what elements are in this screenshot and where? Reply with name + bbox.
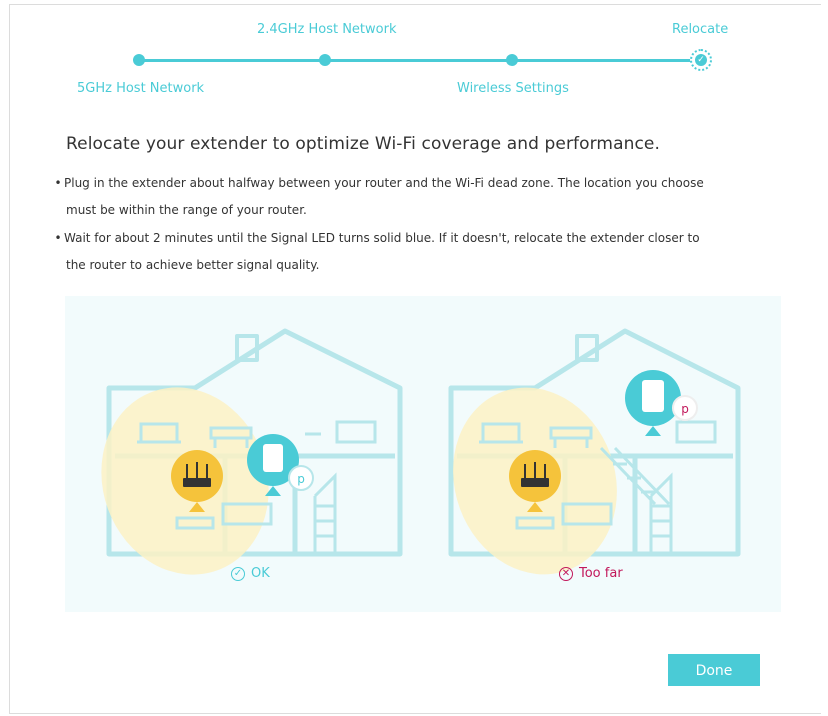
step-label-wireless-settings: Wireless Settings (457, 81, 569, 96)
step-current-relocate: ✓ (690, 49, 712, 71)
status-ok: ✓ OK (231, 566, 270, 581)
bullet-dot: • (54, 176, 62, 190)
page-title: Relocate your extender to optimize Wi-Fi… (66, 134, 660, 154)
svg-text:p: p (681, 402, 689, 416)
extender-icon: p (625, 370, 698, 436)
done-button[interactable]: Done (668, 654, 760, 686)
placement-illustration: p p ✓ OK ✕ Too far (65, 296, 781, 612)
instruction-text: must be within the range of your router. (66, 203, 307, 217)
status-too-far: ✕ Too far (559, 566, 623, 581)
bullet-dot: • (54, 231, 62, 245)
step-label-24ghz: 2.4GHz Host Network (257, 22, 397, 37)
instruction-text: Wait for about 2 minutes until the Signa… (64, 231, 700, 245)
stepper-line (139, 59, 701, 62)
step-label-relocate: Relocate (672, 22, 729, 37)
step-dot-24ghz (319, 54, 331, 66)
instruction-item: • Plug in the extender about halfway betw… (52, 170, 772, 224)
progress-stepper: ✓ 5GHz Host Network 2.4GHz Host Network … (0, 0, 828, 110)
instruction-text: Plug in the extender about halfway betwe… (64, 176, 704, 190)
status-too-far-label: Too far (579, 566, 623, 581)
instruction-item: • Wait for about 2 minutes until the Sign… (52, 225, 772, 279)
houses-diagram: p p (101, 328, 741, 575)
status-ok-label: OK (251, 566, 270, 581)
svg-text:p: p (297, 472, 305, 486)
check-circle-icon: ✓ (231, 566, 245, 581)
x-circle-icon: ✕ (559, 566, 573, 581)
step-dot-5ghz (133, 54, 145, 66)
instruction-text: the router to achieve better signal qual… (66, 258, 320, 272)
step-dot-wireless-settings (506, 54, 518, 66)
step-label-5ghz: 5GHz Host Network (77, 81, 205, 96)
check-icon: ✓ (695, 54, 707, 66)
